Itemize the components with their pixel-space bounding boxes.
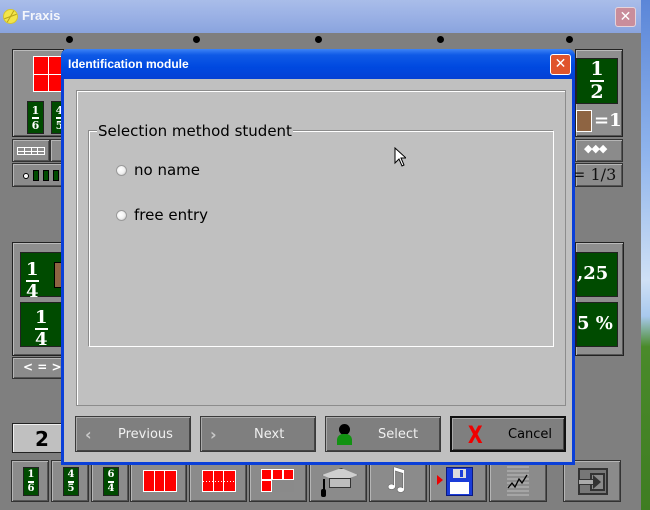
- counter-value: 2: [35, 427, 49, 451]
- app-close-button[interactable]: ✕: [615, 7, 636, 27]
- dialog-titlebar[interactable]: Identification module ✕: [61, 49, 575, 79]
- rivet-icon: [193, 36, 200, 43]
- previous-button[interactable]: ‹ Previous: [75, 416, 191, 452]
- bar-divided-icon: [202, 470, 236, 492]
- unit-label: =1: [594, 110, 622, 131]
- compare-label: < = >: [23, 360, 62, 374]
- desktop-background: [640, 0, 650, 510]
- progress-cell: [43, 170, 49, 181]
- decimal-value: ,25: [577, 263, 609, 284]
- toolbar-learn-button[interactable]: [309, 460, 367, 502]
- cancel-button[interactable]: X Cancel: [450, 416, 566, 452]
- ratio-label: = 1/3: [572, 165, 617, 184]
- fraction: 14: [35, 307, 48, 350]
- next-button[interactable]: › Next: [200, 416, 316, 452]
- option-no-name[interactable]: no name: [116, 161, 200, 179]
- fraction-tile: 45: [63, 467, 79, 496]
- radio-button[interactable]: [116, 209, 127, 221]
- left-top-panel: 16 45: [12, 49, 68, 137]
- toolbar-fraction-button[interactable]: 45: [51, 460, 89, 502]
- diamonds-icon: ◆◆◆: [584, 142, 607, 155]
- toolbar-exit-button[interactable]: [563, 460, 621, 502]
- unit-swatch: [576, 110, 592, 132]
- graduation-cap-icon: [320, 466, 360, 498]
- percent-display: 5 %: [576, 302, 618, 347]
- toolbar-fraction-button[interactable]: 64: [91, 460, 129, 502]
- rivet-icon: [566, 36, 573, 43]
- fraction-square-icon[interactable]: [33, 56, 64, 92]
- toolbar-save-button[interactable]: [429, 460, 487, 502]
- progress-strip: [12, 163, 64, 187]
- right-top-panel: 12 =1: [575, 49, 623, 137]
- partial-bar-icon: [261, 469, 295, 493]
- chevron-right-icon: ›: [210, 425, 217, 444]
- save-disk-icon: [446, 467, 473, 496]
- fraction-display: 12: [576, 58, 618, 104]
- chevron-left-icon: ‹: [85, 425, 92, 444]
- progress-cell: [33, 170, 39, 181]
- rivet-icon: [66, 36, 73, 43]
- cancel-x-icon: X: [467, 421, 483, 449]
- identification-dialog: Identification module ✕ Selection method…: [61, 49, 575, 465]
- option-free-entry[interactable]: free entry: [116, 206, 208, 224]
- left-mid-panel: 14 14: [12, 242, 70, 356]
- mouse-cursor-icon: [394, 147, 406, 167]
- right-mid-panel: ,25 5 %: [575, 242, 624, 356]
- decimal-display: ,25: [576, 252, 618, 297]
- grid-view-button[interactable]: [12, 139, 50, 162]
- dialog-close-button[interactable]: ✕: [550, 54, 571, 75]
- play-arrow-icon: [437, 475, 443, 485]
- screen: Fraxis ✕ 16 45 1 2 =1 ◆◆◆ = 1/3 1 4 1 4 …: [0, 0, 650, 510]
- exit-icon: [578, 468, 608, 495]
- music-notes-icon: ♫: [383, 462, 410, 497]
- rivet-icon: [315, 36, 322, 43]
- fraction-tile[interactable]: 16: [27, 101, 44, 134]
- select-button[interactable]: Select: [325, 416, 441, 452]
- progress-cell: [53, 170, 59, 181]
- compare-button[interactable]: < = >: [12, 357, 64, 379]
- radio-button[interactable]: [116, 164, 127, 176]
- percent-value: 5 %: [577, 313, 613, 334]
- toolbar-bar-button[interactable]: [130, 460, 187, 502]
- ratio-display: = 1/3: [572, 163, 623, 187]
- rivet-icon: [437, 36, 444, 43]
- fraxis-logo-icon: [3, 9, 18, 24]
- toolbar-sound-button[interactable]: ♫: [369, 460, 427, 502]
- dialog-body: Selection method student no name free en…: [64, 79, 572, 462]
- toolbar-fraction-button[interactable]: 16: [11, 460, 49, 502]
- fraction-tile: 64: [103, 467, 119, 496]
- fraction: 14: [26, 259, 39, 302]
- bar-three-parts-icon: [143, 470, 177, 492]
- option-label: no name: [134, 161, 200, 179]
- option-label: free entry: [134, 206, 209, 224]
- group-title: Selection method student: [97, 122, 293, 140]
- app-titlebar[interactable]: Fraxis ✕: [0, 0, 641, 33]
- dots-button[interactable]: ◆◆◆: [575, 139, 623, 162]
- dialog-title: Identification module: [68, 57, 189, 71]
- toolbar-report-button[interactable]: [489, 460, 547, 502]
- grid-icon: [17, 147, 45, 155]
- chart-report-icon: [507, 466, 529, 496]
- indicator-dot-icon: [23, 173, 29, 179]
- app-title: Fraxis: [22, 8, 61, 23]
- toolbar-partial-bar-button[interactable]: [249, 460, 307, 502]
- fraction-tile: 16: [23, 467, 39, 496]
- counter-box: 2: [12, 423, 64, 453]
- toolbar-divided-bar-button[interactable]: [189, 460, 247, 502]
